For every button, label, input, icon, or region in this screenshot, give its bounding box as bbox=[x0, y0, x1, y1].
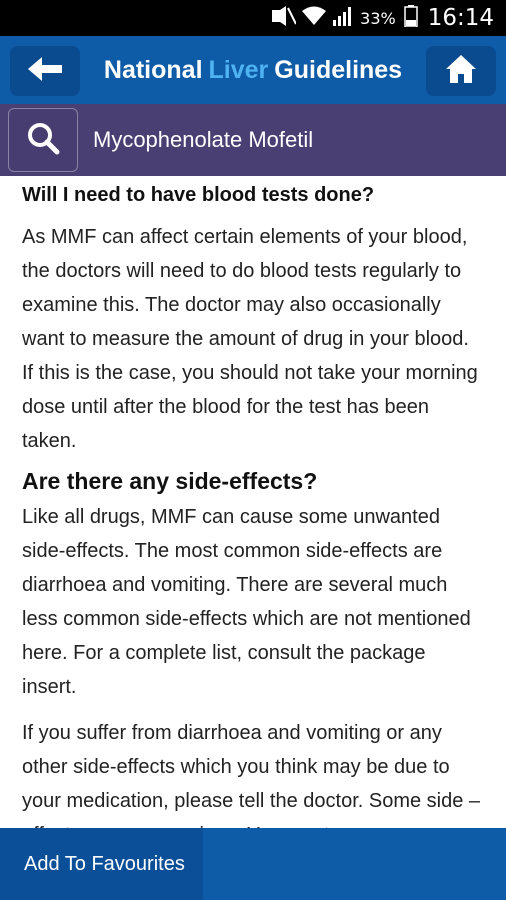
app-title-part1: National bbox=[103, 55, 203, 84]
app-title-part2: Liver bbox=[208, 55, 269, 84]
add-to-favourites-button[interactable]: Add To Favourites bbox=[0, 828, 203, 900]
battery-icon bbox=[403, 4, 418, 32]
home-icon bbox=[445, 54, 477, 89]
heading-side-effects: Are there any side-effects? bbox=[22, 468, 318, 494]
clock: 16:14 bbox=[427, 5, 494, 31]
paragraph-seriousness: If you suffer from diarrhoea and vomitin… bbox=[22, 722, 481, 828]
back-button[interactable] bbox=[10, 46, 80, 96]
search-button[interactable] bbox=[8, 108, 78, 172]
signal-icon bbox=[332, 6, 354, 31]
paragraph-side-effects: Like all drugs, MMF can cause some unwan… bbox=[22, 506, 471, 698]
search-icon bbox=[26, 121, 60, 160]
app-title-part3: Guidelines bbox=[274, 55, 403, 84]
paragraph-blood-tests: As MMF can affect certain elements of yo… bbox=[22, 226, 478, 452]
app-bar: National Liver Guidelines bbox=[0, 36, 506, 104]
home-button[interactable] bbox=[426, 46, 496, 96]
arrow-left-icon bbox=[26, 55, 64, 88]
mute-icon bbox=[270, 5, 298, 31]
wifi-icon bbox=[302, 6, 327, 31]
search-bar: Mycophenolate Mofetil bbox=[0, 104, 506, 176]
heading-blood-tests: Will I need to have blood tests done? bbox=[22, 184, 375, 206]
footer-bar: Add To Favourites bbox=[0, 828, 506, 900]
drug-title: Mycophenolate Mofetil bbox=[93, 127, 314, 152]
status-bar: 33% 16:14 bbox=[0, 0, 506, 36]
content-scroll-area[interactable]: Will I need to have blood tests done? As… bbox=[0, 176, 506, 828]
battery-percent: 33% bbox=[360, 8, 396, 28]
